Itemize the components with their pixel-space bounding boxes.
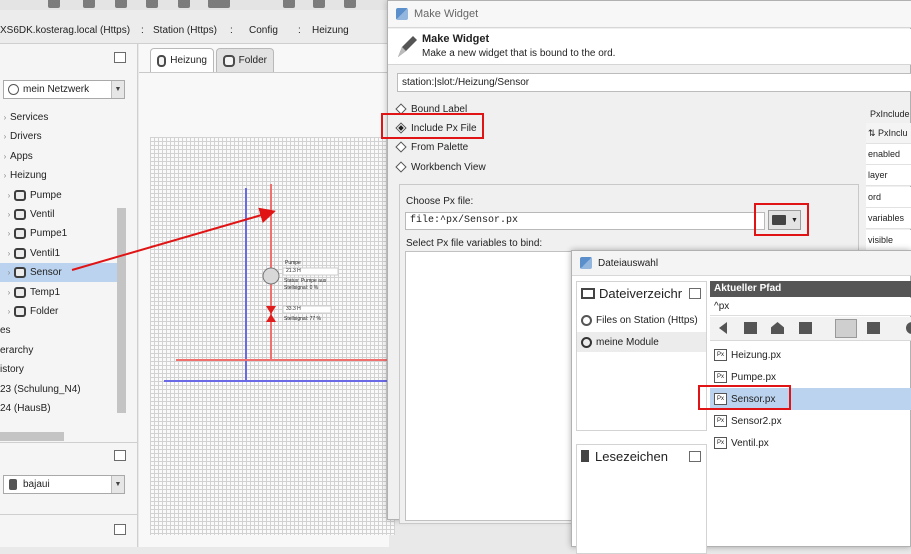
annotation-arrow	[71, 207, 276, 271]
highlight-browse-button	[754, 203, 809, 236]
highlight-include-px	[381, 113, 484, 139]
highlight-sensor-file	[698, 385, 791, 410]
